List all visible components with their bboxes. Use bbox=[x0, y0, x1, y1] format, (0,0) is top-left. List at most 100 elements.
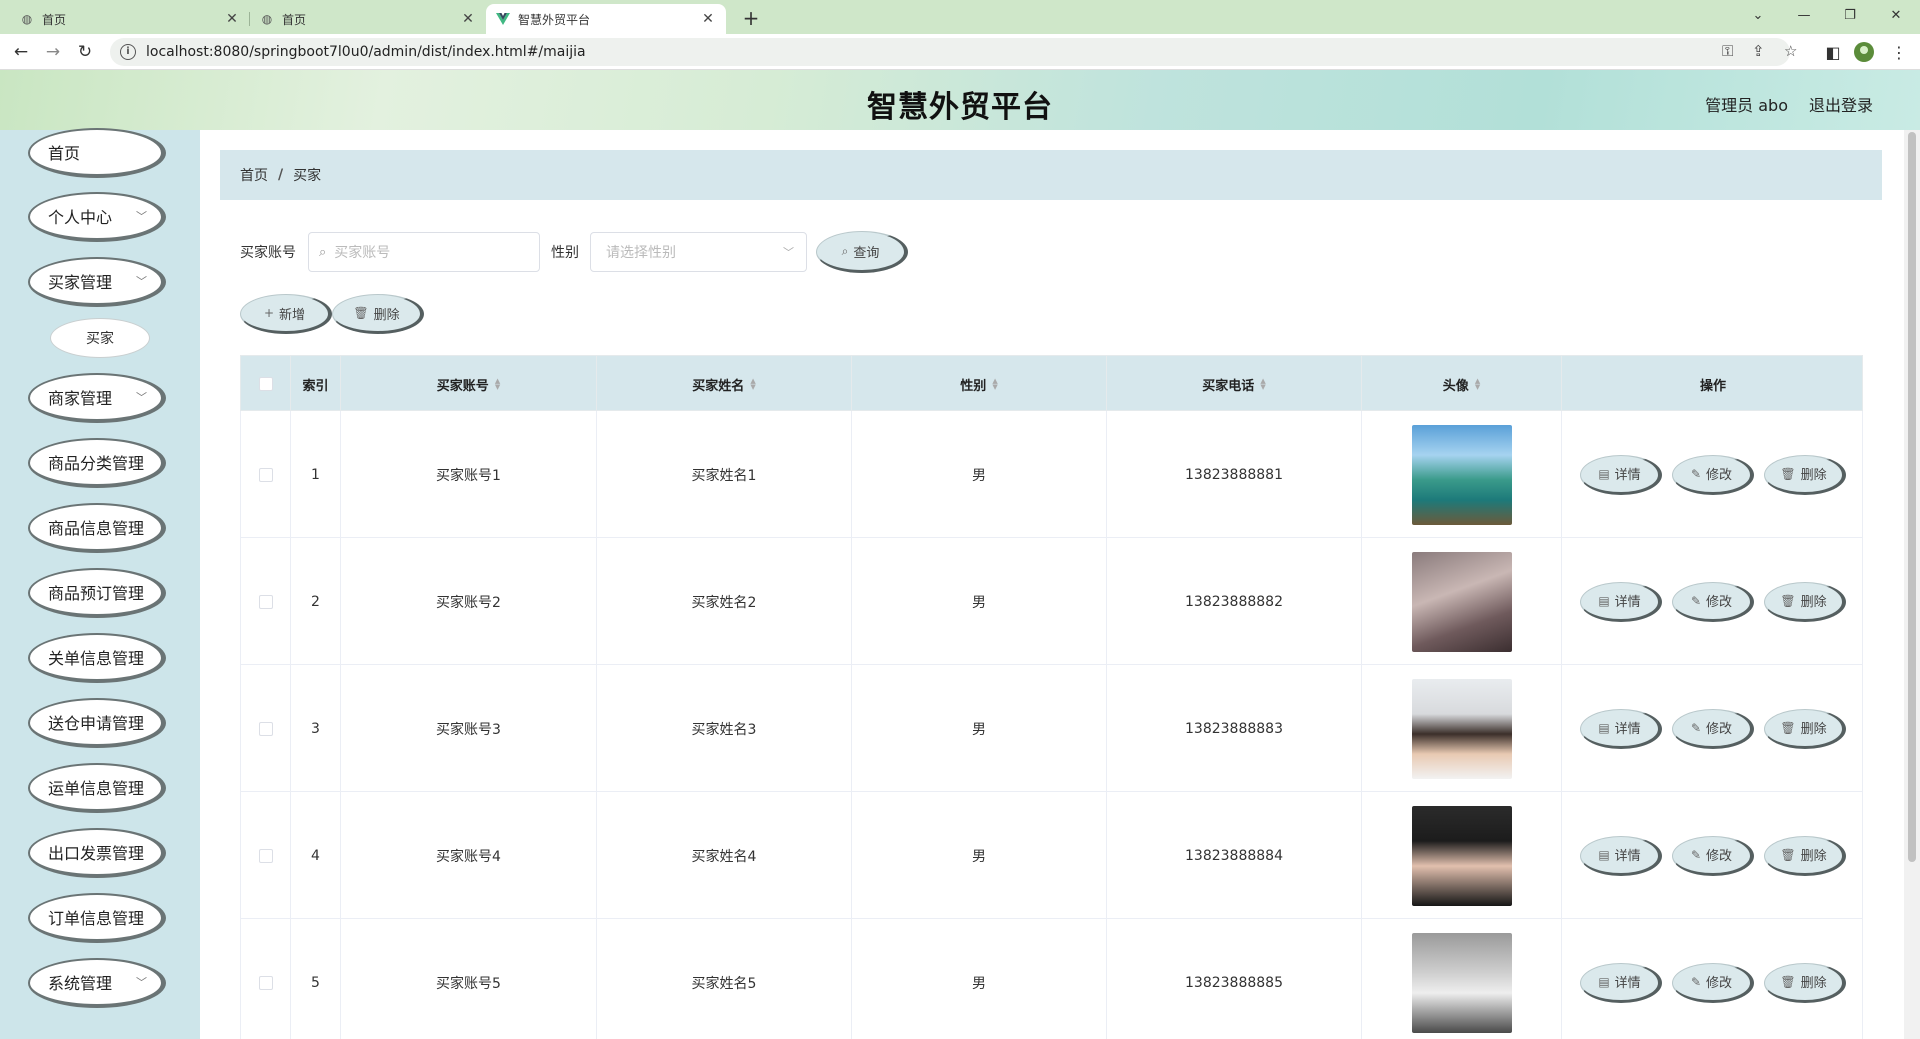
sidebar-item-system-management[interactable]: 系统管理 ﹀ bbox=[28, 958, 166, 1008]
tab-title: 首页 bbox=[282, 12, 307, 27]
detail-button[interactable]: ▤ 详情 bbox=[1580, 454, 1662, 495]
avatar-image bbox=[1411, 678, 1512, 779]
minimize-button[interactable]: — bbox=[1781, 0, 1827, 30]
query-button[interactable]: ⌕ 查询 bbox=[816, 231, 908, 273]
detail-button[interactable]: ▤ 详情 bbox=[1580, 708, 1662, 749]
table-row: 1 买家账号1 买家姓名1 男 13823888881 ▤ 详情 ✎ 修改 🗑 删除 bbox=[240, 411, 1863, 538]
browser-tab-2[interactable]: ◍ 首页 ✕ bbox=[250, 4, 486, 34]
logout-link[interactable]: 退出登录 bbox=[1809, 92, 1873, 116]
sidebar-subitem-label: 买家 bbox=[86, 331, 114, 347]
column-header-gender[interactable]: 性别 ▲ ▼ bbox=[852, 356, 1107, 412]
edit-button[interactable]: ✎ 修改 bbox=[1672, 708, 1754, 749]
sidebar-item-label: 运单信息管理 bbox=[48, 779, 145, 798]
pencil-icon: ✎ bbox=[1690, 847, 1702, 862]
sidebar-item-warehouse-request[interactable]: 送仓申请管理 bbox=[28, 698, 166, 748]
sidebar-item-product-info[interactable]: 商品信息管理 bbox=[28, 503, 166, 553]
add-button[interactable]: + 新增 bbox=[240, 294, 332, 334]
detail-button[interactable]: ▤ 详情 bbox=[1580, 962, 1662, 1003]
column-header-account[interactable]: 买家账号 ▲ ▼ bbox=[341, 356, 597, 412]
sidebar-item-export-invoice[interactable]: 出口发票管理 bbox=[28, 828, 166, 878]
sort-icon[interactable]: ▲ ▼ bbox=[992, 378, 997, 391]
sidebar-item-buyer-management[interactable]: 买家管理 ﹀ bbox=[28, 257, 166, 307]
gender-select[interactable]: 请选择性别 ﹀ bbox=[590, 232, 807, 272]
search-icon: ⌕ bbox=[841, 243, 849, 258]
column-header-name[interactable]: 买家姓名 ▲ ▼ bbox=[597, 356, 852, 412]
bookmark-star-icon[interactable]: ☆ bbox=[1784, 42, 1797, 60]
row-checkbox[interactable] bbox=[258, 975, 273, 990]
edit-button[interactable]: ✎ 修改 bbox=[1672, 454, 1754, 495]
restore-button[interactable]: ❐ bbox=[1827, 0, 1873, 30]
detail-button-label: 详情 bbox=[1614, 595, 1641, 610]
detail-button[interactable]: ▤ 详情 bbox=[1580, 835, 1662, 876]
close-icon[interactable]: ✕ bbox=[700, 11, 716, 27]
reload-icon[interactable]: ↻ bbox=[72, 39, 98, 65]
delete-button[interactable]: 🗑 删除 bbox=[1764, 835, 1846, 876]
url-field[interactable]: i localhost:8080/springboot7l0u0/admin/d… bbox=[110, 38, 1790, 66]
query-button-label: 查询 bbox=[853, 245, 880, 261]
edit-button[interactable]: ✎ 修改 bbox=[1672, 581, 1754, 622]
row-checkbox[interactable] bbox=[258, 721, 273, 736]
close-icon[interactable]: ✕ bbox=[224, 11, 240, 27]
browser-tab-1[interactable]: ◍ 首页 ✕ bbox=[10, 4, 250, 34]
tab-search-chevron-icon[interactable]: ⌄ bbox=[1735, 0, 1781, 30]
sort-icon[interactable]: ▲ ▼ bbox=[1475, 378, 1480, 391]
profile-avatar-icon[interactable] bbox=[1854, 42, 1874, 62]
account-filter-label: 买家账号 bbox=[240, 245, 296, 261]
edit-button[interactable]: ✎ 修改 bbox=[1672, 962, 1754, 1003]
gender-placeholder: 请选择性别 bbox=[606, 245, 676, 261]
batch-delete-button[interactable]: 🗑 删除 bbox=[332, 294, 424, 334]
delete-button[interactable]: 🗑 删除 bbox=[1764, 708, 1846, 749]
row-checkbox[interactable] bbox=[258, 848, 273, 863]
sidebar-item-label: 送仓申请管理 bbox=[48, 714, 145, 733]
sidebar-item-order-info[interactable]: 订单信息管理 bbox=[28, 893, 166, 943]
row-checkbox[interactable] bbox=[258, 594, 273, 609]
delete-button[interactable]: 🗑 删除 bbox=[1764, 581, 1846, 622]
site-info-icon[interactable]: i bbox=[120, 44, 136, 60]
select-all-cell bbox=[241, 356, 291, 412]
row-checkbox[interactable] bbox=[258, 467, 273, 482]
detail-button[interactable]: ▤ 详情 bbox=[1580, 581, 1662, 622]
window-close-button[interactable]: ✕ bbox=[1873, 0, 1919, 30]
avatar-cell bbox=[1362, 538, 1562, 665]
key-icon[interactable]: ⚿ bbox=[1722, 42, 1733, 60]
select-all-checkbox[interactable] bbox=[258, 377, 273, 391]
scrollbar-thumb[interactable] bbox=[1908, 132, 1916, 862]
sort-icon[interactable]: ▲ ▼ bbox=[750, 378, 755, 391]
globe-icon: ◍ bbox=[21, 12, 33, 26]
sidebar-item-category-management[interactable]: 商品分类管理 bbox=[28, 438, 166, 488]
more-menu-icon[interactable]: ⋮ bbox=[1886, 39, 1912, 65]
sidebar-item-product-booking[interactable]: 商品预订管理 bbox=[28, 568, 166, 618]
delete-button[interactable]: 🗑 删除 bbox=[1764, 962, 1846, 1003]
gender-cell: 男 bbox=[852, 538, 1107, 665]
sidebar-item-personal-center[interactable]: 个人中心 ﹀ bbox=[28, 192, 166, 242]
account-cell: 买家账号1 bbox=[341, 411, 597, 538]
detail-button-label: 详情 bbox=[1614, 722, 1641, 737]
account-search-input[interactable]: ⌕ 买家账号 bbox=[308, 232, 540, 272]
trash-icon: 🗑 bbox=[353, 306, 369, 320]
sidebar-item-home[interactable]: 首页 bbox=[28, 128, 166, 178]
edit-button[interactable]: ✎ 修改 bbox=[1672, 835, 1754, 876]
column-header-phone[interactable]: 买家电话 ▲ ▼ bbox=[1107, 356, 1362, 412]
chevron-down-icon: ﹀ bbox=[783, 246, 794, 259]
sort-icon[interactable]: ▲ ▼ bbox=[495, 378, 500, 391]
close-icon[interactable]: ✕ bbox=[460, 11, 476, 27]
delete-button-label: 删除 bbox=[1800, 468, 1827, 483]
column-header-avatar[interactable]: 头像 ▲ ▼ bbox=[1362, 356, 1562, 412]
share-icon[interactable]: ⇪ bbox=[1752, 42, 1765, 60]
actions-cell: ▤ 详情 ✎ 修改 🗑 删除 bbox=[1562, 919, 1864, 1039]
sort-icon[interactable]: ▲ ▼ bbox=[1260, 378, 1265, 391]
page-scrollbar[interactable] bbox=[1904, 130, 1920, 1039]
back-arrow-icon[interactable]: ← bbox=[8, 39, 34, 65]
side-panel-icon[interactable]: ◧ bbox=[1820, 39, 1846, 65]
new-tab-button[interactable]: + bbox=[738, 6, 764, 32]
sidebar-item-customs-info[interactable]: 关单信息管理 bbox=[28, 633, 166, 683]
browser-tab-active[interactable]: 智慧外贸平台 ✕ bbox=[486, 4, 726, 34]
main-content: 首页 / 买家 买家账号 ⌕ 买家账号 性别 请选择性别 ﹀ ⌕ 查询 + 新增… bbox=[200, 130, 1904, 1039]
delete-button[interactable]: 🗑 删除 bbox=[1764, 454, 1846, 495]
breadcrumb-home[interactable]: 首页 bbox=[240, 165, 268, 185]
phone-cell: 13823888884 bbox=[1107, 792, 1362, 919]
forward-arrow-icon[interactable]: → bbox=[40, 39, 66, 65]
sidebar-subitem-buyer[interactable]: 买家 bbox=[50, 318, 150, 358]
sidebar-item-waybill-info[interactable]: 运单信息管理 bbox=[28, 763, 166, 813]
sidebar-item-merchant-management[interactable]: 商家管理 ﹀ bbox=[28, 373, 166, 423]
